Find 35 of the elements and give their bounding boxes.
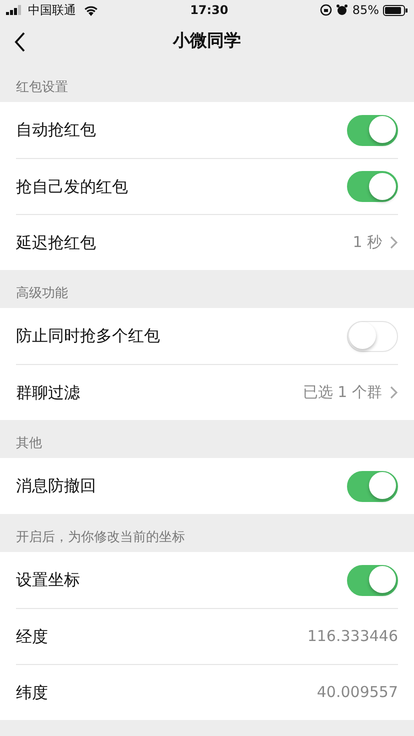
- setting-label: 经度: [16, 626, 48, 648]
- toggle-switch[interactable]: [347, 564, 398, 596]
- status-time: 17:30: [190, 2, 228, 19]
- settings-row[interactable]: 延迟抢红包 1 秒: [0, 214, 414, 270]
- setting-value: 已选 1 个群: [302, 382, 382, 404]
- toggle-switch[interactable]: [347, 114, 398, 146]
- alarm-icon: [336, 4, 348, 16]
- toggle-switch[interactable]: [347, 470, 398, 502]
- battery-percent: 85%: [352, 2, 379, 19]
- settings-row[interactable]: 群聊过滤 已选 1 个群: [0, 364, 414, 420]
- rotation-lock-icon: [320, 4, 332, 16]
- page-title: 小微同学: [173, 30, 241, 54]
- carrier-name: 中国联通: [28, 2, 76, 19]
- setting-label: 设置坐标: [16, 569, 80, 591]
- chevron-icon: [390, 236, 398, 249]
- setting-label: 自动抢红包: [16, 119, 96, 141]
- section-header: 开启后，为你修改当前的坐标: [15, 529, 186, 547]
- chevron-icon: [390, 386, 398, 399]
- setting-value: 1 秒: [352, 232, 382, 254]
- wifi-icon: [84, 4, 98, 16]
- setting-label: 消息防撤回: [16, 475, 96, 497]
- back-icon[interactable]: [14, 32, 26, 52]
- signal-icon: [6, 5, 24, 15]
- toggle-switch[interactable]: [347, 171, 398, 202]
- section-header: 其他: [15, 435, 43, 453]
- setting-label: 纬度: [16, 682, 48, 704]
- setting-value: 116.333446: [307, 626, 398, 648]
- setting-label: 延迟抢红包: [16, 232, 96, 254]
- battery-icon: [383, 4, 408, 16]
- section-header: 高级功能: [15, 285, 69, 303]
- setting-value: 40.009557: [316, 682, 398, 704]
- setting-label: 抢自己发的红包: [16, 176, 128, 198]
- setting-label: 防止同时抢多个红包: [16, 325, 160, 347]
- setting-label: 群聊过滤: [16, 382, 80, 404]
- section-header: 红包设置: [15, 79, 69, 97]
